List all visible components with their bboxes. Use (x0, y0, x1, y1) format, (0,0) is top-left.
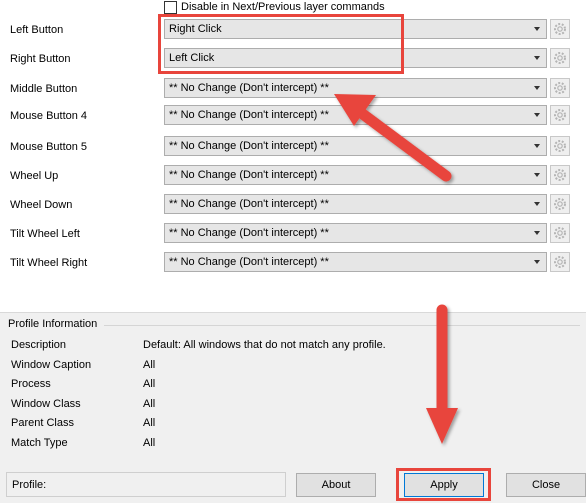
gear-icon (554, 227, 566, 239)
tilt-wheel-left-select[interactable]: ** No Change (Don't intercept) ** (164, 223, 547, 243)
tilt-wheel-left-settings-button[interactable] (550, 223, 570, 243)
gear-icon (554, 52, 566, 64)
gear-icon (554, 198, 566, 210)
info-label-process: Process (11, 378, 51, 390)
chevron-down-icon[interactable] (530, 50, 544, 66)
info-value-process: All (143, 378, 156, 390)
row-label-wheel-down: Wheel Down (10, 199, 73, 211)
select-value: ** No Change (Don't intercept) ** (169, 227, 329, 239)
middle-button-select[interactable]: ** No Change (Don't intercept) ** (164, 78, 547, 98)
chevron-down-icon[interactable] (530, 138, 544, 154)
row-label-tilt-wheel-right: Tilt Wheel Right (10, 257, 88, 269)
info-label-parent-class: Parent Class (11, 417, 74, 429)
mouse-button-5-settings-button[interactable] (550, 136, 570, 156)
close-button[interactable]: Close (506, 473, 586, 497)
wheel-down-select[interactable]: ** No Change (Don't intercept) ** (164, 194, 547, 214)
select-value: ** No Change (Don't intercept) ** (169, 256, 329, 268)
checkbox-label: Disable in Next/Previous layer commands (181, 1, 385, 13)
info-value-description: Default: All windows that do not match a… (143, 339, 386, 351)
row-label-mouse-button-4: Mouse Button 4 (10, 110, 88, 122)
mouse-button-4-settings-button[interactable] (550, 105, 570, 125)
middle-button-settings-button[interactable] (550, 78, 570, 98)
info-label-window-caption: Window Caption (11, 359, 92, 371)
chevron-down-icon[interactable] (530, 107, 544, 123)
group-divider (104, 325, 580, 326)
chevron-down-icon[interactable] (530, 167, 544, 183)
info-label-match-type: Match Type (11, 437, 68, 449)
mouse-button-4-select[interactable]: ** No Change (Don't intercept) ** (164, 105, 547, 125)
button-mapping-panel: Disable in Next/Previous layer commands … (0, 0, 586, 313)
gear-icon (554, 109, 566, 121)
profile-information-group: Profile Information Description Default:… (0, 312, 586, 462)
row-label-left-button: Left Button (10, 24, 64, 36)
info-label-window-class: Window Class (11, 398, 81, 410)
left-button-settings-button[interactable] (550, 19, 570, 39)
row-label-right-button: Right Button (10, 53, 71, 65)
info-value-match-type: All (143, 437, 156, 449)
select-value: ** No Change (Don't intercept) ** (169, 198, 329, 210)
tilt-wheel-right-select[interactable]: ** No Change (Don't intercept) ** (164, 252, 547, 272)
gear-icon (554, 140, 566, 152)
mouse-button-5-select[interactable]: ** No Change (Don't intercept) ** (164, 136, 547, 156)
tilt-wheel-right-settings-button[interactable] (550, 252, 570, 272)
row-label-mouse-button-5: Mouse Button 5 (10, 141, 88, 153)
gear-icon (554, 256, 566, 268)
profile-label: Profile: (12, 479, 47, 491)
chevron-down-icon[interactable] (530, 196, 544, 212)
chevron-down-icon[interactable] (530, 21, 544, 37)
gear-icon (554, 82, 566, 94)
info-value-window-class: All (143, 398, 156, 410)
gear-icon (554, 23, 566, 35)
about-button[interactable]: About (296, 473, 376, 497)
right-button-settings-button[interactable] (550, 48, 570, 68)
info-label-description: Description (11, 339, 67, 351)
profile-status-field: Profile: (6, 472, 286, 497)
wheel-up-settings-button[interactable] (550, 165, 570, 185)
row-label-tilt-wheel-left: Tilt Wheel Left (10, 228, 80, 240)
chevron-down-icon[interactable] (530, 225, 544, 241)
annotation-highlight-box (158, 14, 404, 74)
wheel-down-settings-button[interactable] (550, 194, 570, 214)
select-value: ** No Change (Don't intercept) ** (169, 82, 329, 94)
chevron-down-icon[interactable] (530, 80, 544, 96)
row-label-middle-button: Middle Button (10, 83, 78, 95)
select-value: ** No Change (Don't intercept) ** (169, 169, 329, 181)
gear-icon (554, 169, 566, 181)
select-value: ** No Change (Don't intercept) ** (169, 140, 329, 152)
annotation-highlight-apply (396, 468, 491, 501)
wheel-up-select[interactable]: ** No Change (Don't intercept) ** (164, 165, 547, 185)
info-value-parent-class: All (143, 417, 156, 429)
row-label-wheel-up: Wheel Up (10, 170, 59, 182)
group-title: Profile Information (8, 318, 98, 330)
checkbox-box[interactable] (164, 0, 177, 14)
disable-layer-commands-checkbox[interactable]: Disable in Next/Previous layer commands (164, 0, 385, 14)
chevron-down-icon[interactable] (530, 254, 544, 270)
info-value-window-caption: All (143, 359, 156, 371)
select-value: ** No Change (Don't intercept) ** (169, 109, 329, 121)
bottom-bar: Profile: About Apply Close (0, 466, 586, 503)
